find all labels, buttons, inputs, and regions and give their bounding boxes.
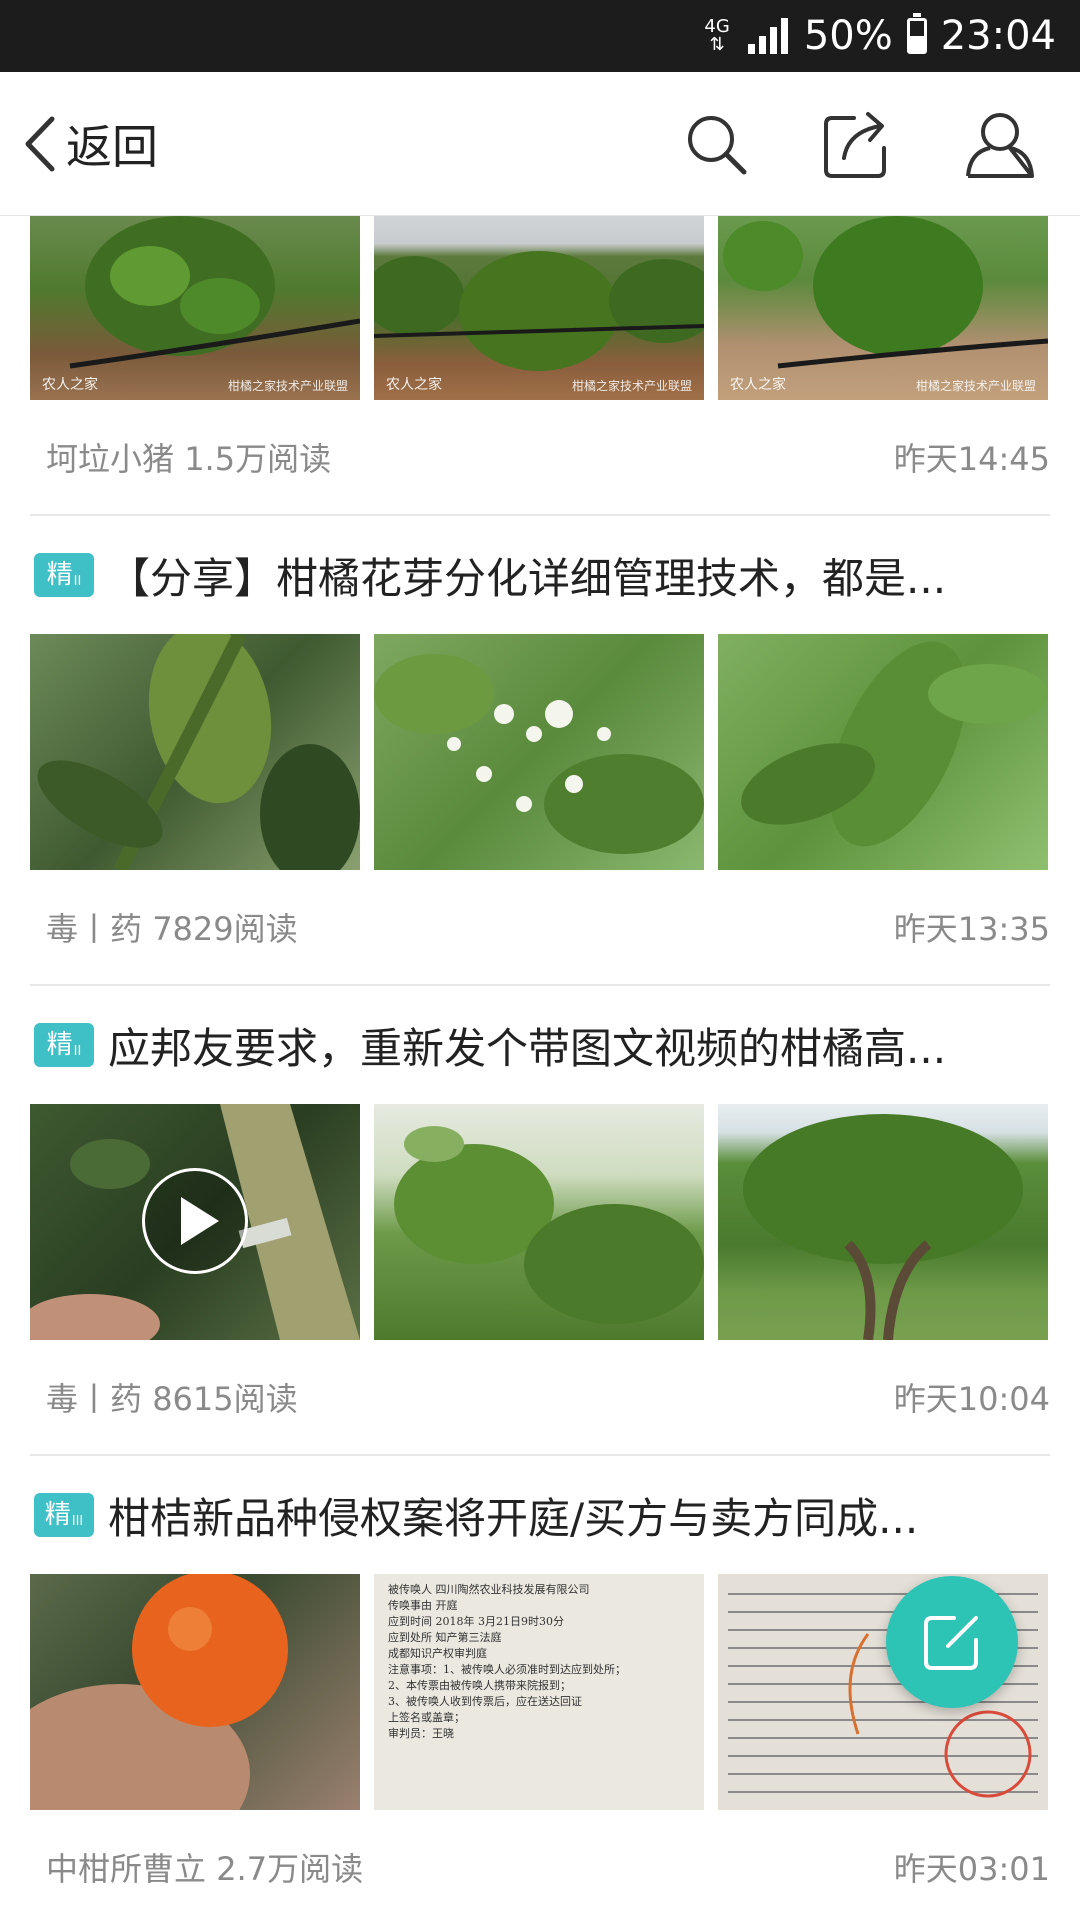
badge-label: 精 [46, 1030, 73, 1060]
battery-percent: 50% [803, 13, 893, 59]
watermark: 农人之家 [386, 377, 442, 393]
document-line: 传唤事由 开庭 [388, 1599, 458, 1612]
post-author: 坷垃小猪 [46, 440, 175, 478]
badge-level: II [73, 574, 82, 589]
user-icon [966, 113, 1034, 178]
post-author: 中柑所曹立 [46, 1850, 207, 1888]
chevron-left-icon [25, 116, 55, 171]
featured-badge: 精 II [34, 1023, 94, 1067]
status-bar: 4G ⇅ 50% 23:04 [0, 0, 1080, 72]
summons-document: 被传唤人 四川陶然农业科技发展有限公司 传唤事由 开庭应到时间 2018年 3月2… [388, 1582, 690, 1742]
read-count: 7829阅读 [152, 910, 298, 948]
post-image[interactable]: 农人之家 柑橘之家技术产业联盟 [718, 216, 1048, 400]
post-meta: 毒丨药 8615阅读 昨天10:04 [0, 1340, 1080, 1454]
badge-label: 精 [46, 560, 73, 590]
document-line: 3、被传唤人收到传票后，应在送达回证 [388, 1695, 582, 1708]
app-bar: 返回 [0, 72, 1080, 216]
video-thumbnail[interactable] [30, 1104, 360, 1340]
clock: 23:04 [940, 13, 1056, 59]
profile-button[interactable] [950, 94, 1050, 194]
post-card[interactable]: 农人之家 柑橘之家技术产业联盟 农人之家 柑橘之家技术产业联盟 农人之家 柑橘之… [0, 216, 1080, 516]
post-meta: 中柑所曹立 2.7万阅读 昨天03:01 [0, 1810, 1080, 1920]
post-author: 毒丨药 [46, 910, 143, 948]
signal-icon [747, 18, 790, 54]
back-button[interactable]: 返回 [22, 94, 158, 194]
network-indicator: 4G ⇅ [704, 18, 729, 54]
document-line: 应到时间 2018年 3月21日9时30分 [388, 1615, 564, 1628]
watermark: 农人之家 [730, 377, 786, 393]
post-image[interactable] [718, 1104, 1048, 1340]
badge-level: II [73, 1044, 82, 1059]
read-count: 8615阅读 [152, 1380, 298, 1418]
post-image[interactable] [374, 634, 704, 870]
data-arrows-icon: ⇅ [709, 34, 725, 55]
play-icon[interactable] [142, 1168, 248, 1274]
read-count: 1.5万阅读 [184, 440, 332, 478]
featured-badge: 精 III [34, 1493, 94, 1537]
watermark: 柑橘之家技术产业联盟 [227, 379, 348, 393]
document-line: 审判员：王晓 [388, 1727, 454, 1740]
badge-level: III [71, 1514, 84, 1529]
post-time: 昨天14:45 [893, 440, 1050, 478]
post-image[interactable] [30, 634, 360, 870]
post-meta: 坷垃小猪 1.5万阅读 昨天14:45 [0, 400, 1080, 514]
search-button[interactable] [666, 94, 766, 194]
post-image[interactable]: 被传唤人 四川陶然农业科技发展有限公司 传唤事由 开庭应到时间 2018年 3月2… [374, 1574, 704, 1810]
document-line: 2、本传票由被传唤人携带来院报到； [388, 1679, 571, 1692]
document-line: 应到处所 知产第三法庭 [388, 1631, 502, 1644]
document-line: 被传唤人 四川陶然农业科技发展有限公司 [388, 1583, 590, 1596]
post-image[interactable]: 农人之家 柑橘之家技术产业联盟 [374, 216, 704, 400]
post-image[interactable]: 农人之家 柑橘之家技术产业联盟 [30, 216, 360, 400]
badge-label: 精 [44, 1500, 71, 1530]
battery-icon [906, 13, 927, 54]
document-line: 成都知识产权审判庭 [388, 1647, 487, 1660]
post-time: 昨天10:04 [893, 1380, 1050, 1418]
document-line: 上签名或盖章； [388, 1711, 465, 1724]
post-time: 昨天03:01 [893, 1850, 1050, 1888]
watermark: 柑橘之家技术产业联盟 [571, 379, 692, 393]
edit-icon [924, 1616, 978, 1670]
post-title[interactable]: 【分享】柑橘花芽分化详细管理技术，都是... [108, 545, 946, 606]
read-count: 2.7万阅读 [216, 1850, 364, 1888]
battery-fill [909, 36, 924, 51]
watermark: 柑橘之家技术产业联盟 [915, 379, 1036, 393]
watermark: 农人之家 [42, 377, 98, 393]
post-image[interactable] [30, 1574, 360, 1810]
post-card[interactable]: 精 II 应邦友要求，重新发个带图文视频的柑橘高... 毒丨药 8615阅读 昨天… [0, 986, 1080, 1456]
post-card[interactable]: 精 II 【分享】柑橘花芽分化详细管理技术，都是... 毒丨药 7829阅读 昨天… [0, 516, 1080, 986]
post-author: 毒丨药 [46, 1380, 143, 1418]
post-image[interactable] [374, 1104, 704, 1340]
search-icon [688, 116, 747, 175]
featured-badge: 精 II [34, 553, 94, 597]
post-image[interactable] [718, 634, 1048, 870]
post-meta: 毒丨药 7829阅读 昨天13:35 [0, 870, 1080, 984]
post-title[interactable]: 应邦友要求，重新发个带图文视频的柑橘高... [108, 1015, 946, 1076]
compose-button[interactable] [886, 1576, 1018, 1708]
post-title[interactable]: 柑桔新品种侵权案将开庭/买方与卖方同成... [108, 1485, 918, 1546]
document-line: 注意事项：1、被传唤人必须准时到达应到处所； [388, 1663, 626, 1676]
post-time: 昨天13:35 [893, 910, 1050, 948]
share-button[interactable] [808, 94, 908, 194]
back-label: 返回 [66, 119, 158, 174]
share-icon [824, 112, 886, 178]
